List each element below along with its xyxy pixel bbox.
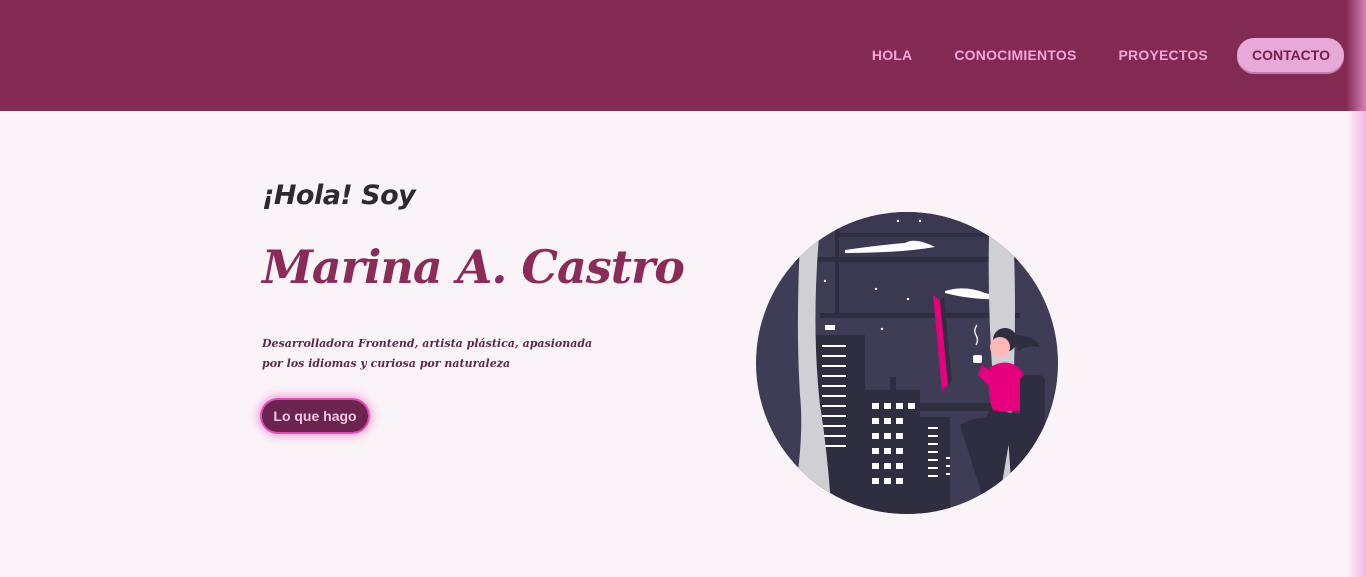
nav-link-hola[interactable]: HOLA [872,47,912,63]
contact-button[interactable]: CONTACTO [1236,38,1344,72]
nav-link-conocimientos[interactable]: CONOCIMIENTOS [954,47,1076,63]
what-i-do-button[interactable]: Lo que hago [262,400,368,432]
hero-name: Marina A. Castro [262,240,685,294]
scroll-edge-glow [1346,0,1366,577]
hero-greeting: ¡Hola! Soy [262,180,416,211]
nav-link-proyectos[interactable]: PROYECTOS [1119,47,1208,63]
site-header: HOLA CONOCIMIENTOS PROYECTOS CONTACTO [0,0,1366,111]
hero-description: Desarrolladora Frontend, artista plástic… [262,337,593,370]
night-coffee-illustration-icon [756,212,1058,514]
main-nav: HOLA CONOCIMIENTOS PROYECTOS CONTACTO [830,38,1344,72]
